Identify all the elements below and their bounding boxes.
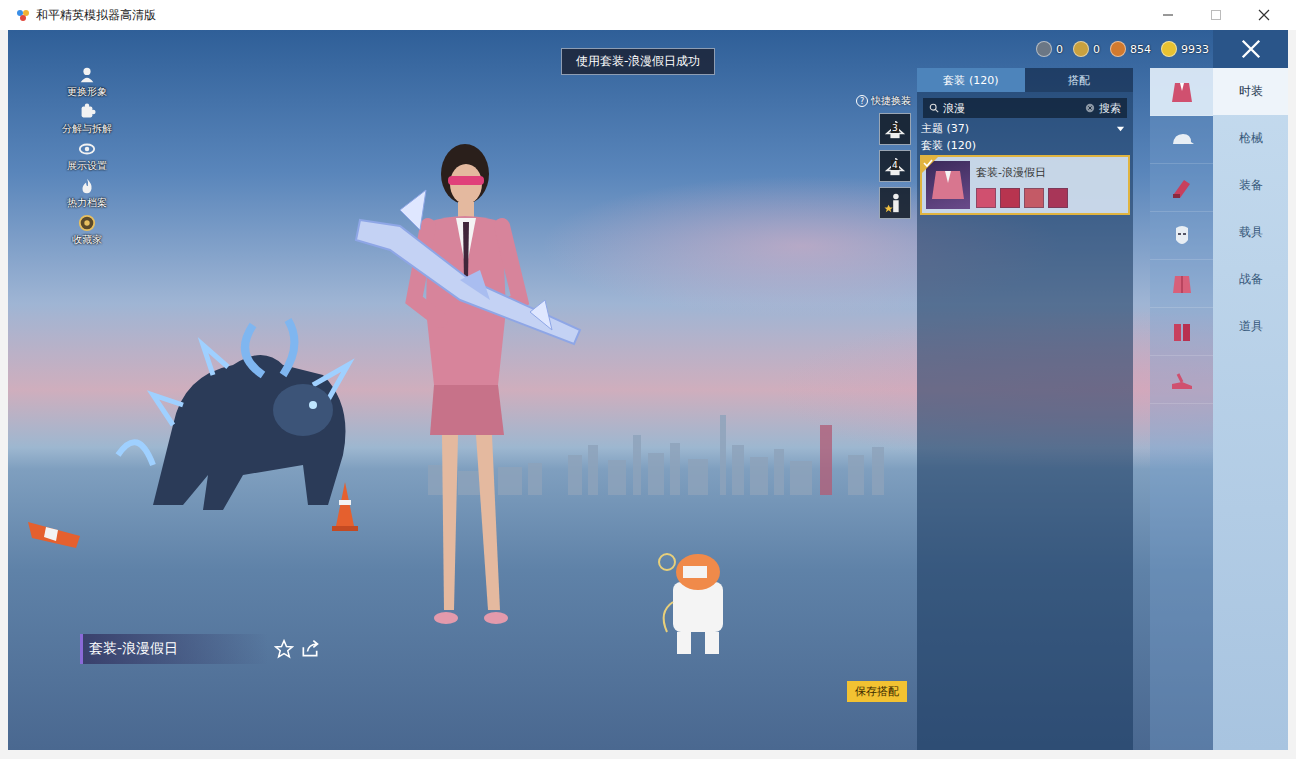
close-window-button[interactable] bbox=[1242, 1, 1286, 29]
left-menu-item[interactable]: 收藏家 bbox=[62, 214, 112, 247]
quick-change-slot[interactable]: 4 bbox=[879, 150, 911, 182]
title-bar: 和平精英模拟器高清版 bbox=[0, 0, 1296, 30]
category-button[interactable] bbox=[1150, 164, 1213, 212]
slot-number: 3 bbox=[891, 123, 899, 133]
success-toast: 使用套装-浪漫假日成功 bbox=[561, 48, 715, 75]
puzzle-icon bbox=[78, 103, 96, 121]
search-field[interactable]: 浪漫搜索 bbox=[923, 98, 1127, 118]
currency: 0 bbox=[1036, 41, 1063, 57]
help-button[interactable]: ? bbox=[856, 95, 868, 107]
coin-icon bbox=[1161, 41, 1177, 57]
outfit-name: 套装-浪漫假日 bbox=[80, 634, 268, 664]
part-thumbnail bbox=[1000, 188, 1020, 208]
showcase-scene: 使用套装-浪漫假日成功更换形象分解与拆解展示设置热力档案收藏家?快捷换装 3 4 套装… bbox=[8, 30, 917, 750]
avatar-icon bbox=[78, 66, 96, 84]
search-icon bbox=[929, 103, 939, 113]
jacket-icon bbox=[1168, 270, 1196, 298]
quick-change-label: 快捷换装 bbox=[871, 94, 911, 108]
maximize-button[interactable] bbox=[1194, 1, 1238, 29]
left-menu: 更换形象分解与拆解展示设置热力档案收藏家 bbox=[62, 66, 112, 247]
nav-item[interactable]: 时装 bbox=[1213, 68, 1288, 115]
pink-suit-icon bbox=[926, 161, 970, 209]
emulator-window: 和平精英模拟器高清版使用套装-浪漫假日成功更换形象分解与拆解展示设置热力档案收藏… bbox=[0, 0, 1296, 759]
category-nav: 时装枪械装备载具战备道具 bbox=[1213, 30, 1288, 750]
category-button[interactable] bbox=[1150, 308, 1213, 356]
category-button[interactable] bbox=[1150, 116, 1213, 164]
outfit-thumbnail bbox=[926, 161, 970, 209]
category-button[interactable] bbox=[1150, 212, 1213, 260]
category-column bbox=[1150, 68, 1213, 750]
part-thumbnail bbox=[1048, 188, 1068, 208]
player-character-icon bbox=[330, 130, 610, 650]
mask-icon bbox=[1168, 222, 1196, 250]
currency-bar: 00 854 9933 bbox=[917, 30, 1213, 68]
clear-icon[interactable] bbox=[1085, 103, 1095, 113]
selected-check-icon bbox=[922, 157, 938, 173]
panel-tabs: 套装 (120)搭配 bbox=[917, 68, 1133, 92]
game-screen: 使用套装-浪漫假日成功更换形象分解与拆解展示设置热力档案收藏家?快捷换装 3 4 套装… bbox=[8, 30, 1288, 750]
quick-change: ?快捷换装 3 4 bbox=[856, 94, 911, 219]
currency: 9933 bbox=[1161, 41, 1209, 57]
nav-item[interactable]: 道具 bbox=[1213, 303, 1288, 350]
outfit-panel: 套装 (120)搭配浪漫搜索主题 (37)套装 (120)套装-浪漫假日 bbox=[917, 68, 1133, 750]
hat-icon bbox=[1168, 126, 1196, 154]
left-menu-item[interactable]: 更换形象 bbox=[62, 66, 112, 99]
currency: 854 bbox=[1110, 41, 1151, 57]
slot-number: 4 bbox=[891, 160, 899, 170]
minimize-button[interactable] bbox=[1146, 1, 1190, 29]
traffic-cone-icon bbox=[28, 512, 88, 552]
left-menu-item[interactable]: 热力档案 bbox=[62, 177, 112, 210]
part-thumbnail bbox=[1024, 188, 1044, 208]
star-icon[interactable] bbox=[274, 639, 294, 659]
save-outfit-button[interactable]: 保存搭配 bbox=[847, 681, 907, 702]
companion-pet-icon bbox=[653, 542, 743, 672]
pants-icon bbox=[1168, 318, 1196, 346]
close-icon bbox=[1258, 9, 1270, 21]
close-wardrobe-icon[interactable] bbox=[1240, 38, 1262, 60]
coin-icon bbox=[1073, 41, 1089, 57]
flame-icon bbox=[78, 177, 96, 195]
coin-icon bbox=[1036, 41, 1052, 57]
part-thumbnail bbox=[976, 188, 996, 208]
quick-change-slot[interactable] bbox=[879, 187, 911, 219]
app-logo-icon bbox=[16, 8, 30, 22]
ice-lion-pet-icon bbox=[113, 305, 373, 535]
badge-icon bbox=[78, 214, 96, 232]
quick-change-slot[interactable]: 3 bbox=[879, 113, 911, 145]
currency: 0 bbox=[1073, 41, 1100, 57]
panel-tab[interactable]: 套装 (120) bbox=[917, 68, 1025, 92]
nav-item[interactable]: 装备 bbox=[1213, 162, 1288, 209]
outfit-name-row: 套装-浪漫假日 bbox=[80, 634, 320, 664]
left-menu-item[interactable]: 展示设置 bbox=[62, 140, 112, 173]
filter-row[interactable]: 主题 (37) bbox=[917, 120, 1133, 137]
coin-icon bbox=[1110, 41, 1126, 57]
panel-tab[interactable]: 搭配 bbox=[1025, 68, 1133, 92]
left-menu-item[interactable]: 分解与拆解 bbox=[62, 103, 112, 136]
outfit-card[interactable]: 套装-浪漫假日 bbox=[920, 155, 1130, 215]
filter-row: 套装 (120) bbox=[917, 137, 1133, 154]
figure-star-icon bbox=[884, 192, 906, 214]
minimize-icon bbox=[1162, 9, 1174, 21]
category-button[interactable] bbox=[1150, 260, 1213, 308]
nav-item[interactable]: 枪械 bbox=[1213, 115, 1288, 162]
maximize-icon bbox=[1210, 9, 1222, 21]
share-icon[interactable] bbox=[300, 639, 320, 659]
traffic-cone-icon bbox=[330, 482, 360, 532]
category-button[interactable] bbox=[1150, 68, 1213, 116]
nav-item[interactable]: 战备 bbox=[1213, 256, 1288, 303]
suit-icon bbox=[1168, 78, 1196, 106]
window-title: 和平精英模拟器高清版 bbox=[36, 7, 1140, 24]
dropdown-arrow-icon bbox=[1116, 124, 1125, 133]
shoes-icon bbox=[1168, 366, 1196, 394]
nav-item[interactable]: 载具 bbox=[1213, 209, 1288, 256]
gloves-icon bbox=[1168, 174, 1196, 202]
eye-icon bbox=[78, 140, 96, 158]
search-button[interactable]: 搜索 bbox=[1099, 101, 1121, 116]
wardrobe-side: 008549933套装 (120)搭配浪漫搜索主题 (37)套装 (120)套装… bbox=[917, 30, 1288, 750]
category-button[interactable] bbox=[1150, 356, 1213, 404]
